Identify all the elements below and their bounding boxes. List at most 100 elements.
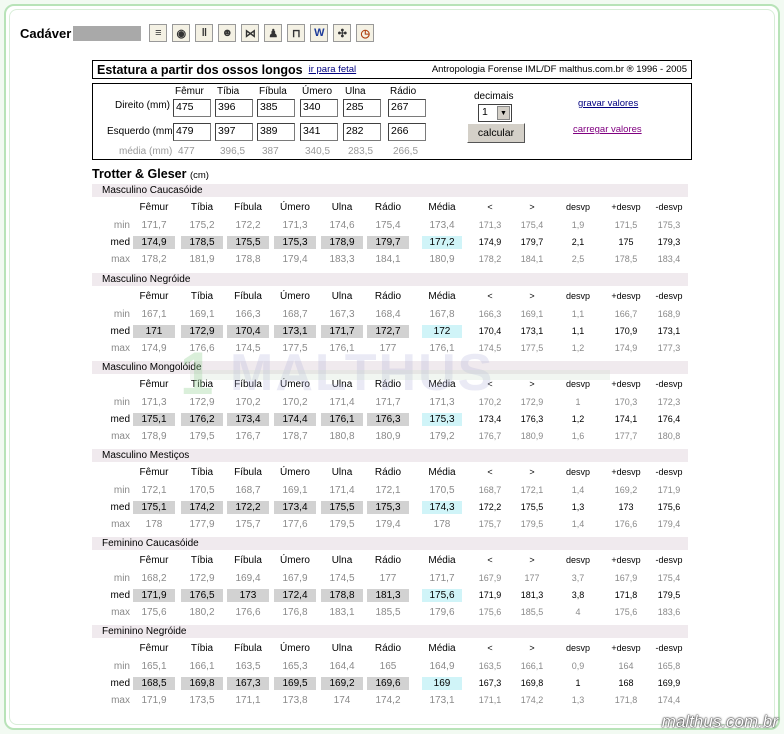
cell-min: 167,9 <box>614 573 638 583</box>
esquerdo-input[interactable]: 389 <box>257 123 295 141</box>
cell-min: 171,3 <box>141 397 167 408</box>
decimais-value: 1 <box>482 106 488 118</box>
skull-icon[interactable]: ☻ <box>218 24 237 42</box>
cell-min: 1,9 <box>571 220 585 230</box>
cell-med: 176,3 <box>375 414 401 425</box>
esquerdo-input[interactable]: 397 <box>215 123 253 141</box>
column-header: +desvp <box>611 555 641 565</box>
cell-min: 173,4 <box>429 220 455 231</box>
direito-input[interactable]: 340 <box>300 99 338 117</box>
gravar-valores-link[interactable]: gravar valores <box>578 98 638 109</box>
column-header: > <box>529 291 535 301</box>
cell-min: 164,4 <box>329 661 355 672</box>
decimais-select[interactable]: 1 ▼ <box>478 104 512 122</box>
direito-input[interactable]: 475 <box>173 99 211 117</box>
column-header: Fêmur <box>139 467 169 478</box>
result-section: Masculino Negróide Fêmur Tíbia Fíbula Úmero U… <box>92 273 688 359</box>
cell-max: 180,9 <box>520 431 544 441</box>
lock-icon[interactable]: ⊓ <box>287 24 306 42</box>
cell-max: 179,5 <box>189 431 215 442</box>
cell-min: 171,9 <box>657 485 681 495</box>
cell-min: 172,9 <box>189 573 215 584</box>
column-header: Úmero <box>279 555 310 566</box>
direito-input[interactable]: 267 <box>388 99 426 117</box>
row-label-max: max <box>111 695 130 706</box>
column-header: < <box>487 379 493 389</box>
cell-med: 172,9 <box>189 326 215 337</box>
cell-max: 181,9 <box>189 254 215 265</box>
form-icon[interactable]: ≡ <box>149 24 168 42</box>
cell-max: 175,7 <box>235 519 261 530</box>
cell-max: 178,5 <box>614 254 638 264</box>
cell-med: 172,7 <box>375 326 401 337</box>
cell-min: 167,9 <box>282 573 308 584</box>
esquerdo-input[interactable]: 282 <box>343 123 381 141</box>
cell-min: 172,2 <box>235 220 261 231</box>
cell-med: 175,1 <box>141 502 167 513</box>
column-header: Tíbia <box>190 202 214 213</box>
tool-icon[interactable]: ✣ <box>333 24 352 42</box>
esquerdo-input[interactable]: 479 <box>173 123 211 141</box>
cell-min: 170,3 <box>614 397 638 407</box>
cell-med: 173,4 <box>235 414 261 425</box>
cell-min: 171,7 <box>141 220 167 231</box>
cell-min: 171,5 <box>614 220 638 230</box>
cell-med: 173,1 <box>282 326 308 337</box>
cell-min: 1,1 <box>571 309 585 319</box>
cell-med: 174,9 <box>478 237 502 247</box>
cell-med: 171,8 <box>614 590 638 600</box>
cell-min: 177 <box>524 573 540 583</box>
column-header: > <box>529 643 535 653</box>
cell-med: 176,4 <box>657 414 681 424</box>
cell-med: 174,1 <box>614 414 638 424</box>
direito-input[interactable]: 385 <box>257 99 295 117</box>
cell-min: 166,1 <box>520 661 544 671</box>
column-header: < <box>487 643 493 653</box>
cell-max: 176,6 <box>235 607 261 618</box>
esquerdo-input[interactable]: 266 <box>388 123 426 141</box>
column-header: -desvp <box>655 291 683 301</box>
input-header: Úmero <box>302 86 333 97</box>
cell-min: 171,3 <box>282 220 308 231</box>
chevron-down-icon[interactable]: ▼ <box>497 106 510 120</box>
cell-max: 175,7 <box>478 519 502 529</box>
people-icon[interactable]: ♟ <box>264 24 283 42</box>
result-section: Masculino Mongolóide Fêmur Tíbia Fíbula Úmer… <box>92 361 688 447</box>
cell-med: 173 <box>618 502 634 512</box>
cell-med: 173,1 <box>520 326 544 336</box>
column-header: Rádio <box>374 555 402 566</box>
esquerdo-input[interactable]: 341 <box>300 123 338 141</box>
calcular-button[interactable]: calcular <box>467 123 525 143</box>
cell-max: 2,5 <box>571 254 585 264</box>
word-icon[interactable]: W <box>310 24 329 42</box>
column-header: Tíbia <box>190 291 214 302</box>
row-label-med: med <box>110 502 130 513</box>
cell-max: 174 <box>333 695 351 706</box>
cell-max: 180,8 <box>329 431 355 442</box>
cadaver-id-field[interactable] <box>73 25 142 41</box>
cell-med: 176,2 <box>189 414 215 425</box>
cell-max: 175,6 <box>478 607 502 617</box>
butterfly-icon[interactable]: ⋈ <box>241 24 260 42</box>
cell-med: 174,2 <box>189 502 215 513</box>
carregar-valores-link[interactable]: carregar valores <box>573 124 642 135</box>
row-label-med: med <box>110 678 130 689</box>
page-title: Estatura a partir dos ossos longos <box>97 62 303 77</box>
direito-input[interactable]: 285 <box>343 99 381 117</box>
input-panel: Direito (mm) Esquerdo (mm) média (mm) de… <box>92 83 692 160</box>
bones-icon[interactable]: ‖ <box>195 24 214 42</box>
cell-min: 167,8 <box>429 309 455 320</box>
direito-input[interactable]: 396 <box>215 99 253 117</box>
cell-med: 171,9 <box>141 590 167 601</box>
camera-icon[interactable]: ◉ <box>172 24 191 42</box>
cell-min: 171,3 <box>478 220 502 230</box>
cell-min: 175,4 <box>657 573 681 583</box>
cell-max: 176,7 <box>235 431 261 442</box>
cell-max: 185,5 <box>520 607 544 617</box>
cell-med: 178,9 <box>329 237 355 248</box>
title-box: Estatura a partir dos ossos longos ir pa… <box>92 60 692 79</box>
fetal-link[interactable]: ir para fetal <box>309 64 357 75</box>
cell-min: 175,4 <box>520 220 544 230</box>
column-header: Fíbula <box>234 467 262 478</box>
clock-icon[interactable]: ◷ <box>356 24 375 42</box>
